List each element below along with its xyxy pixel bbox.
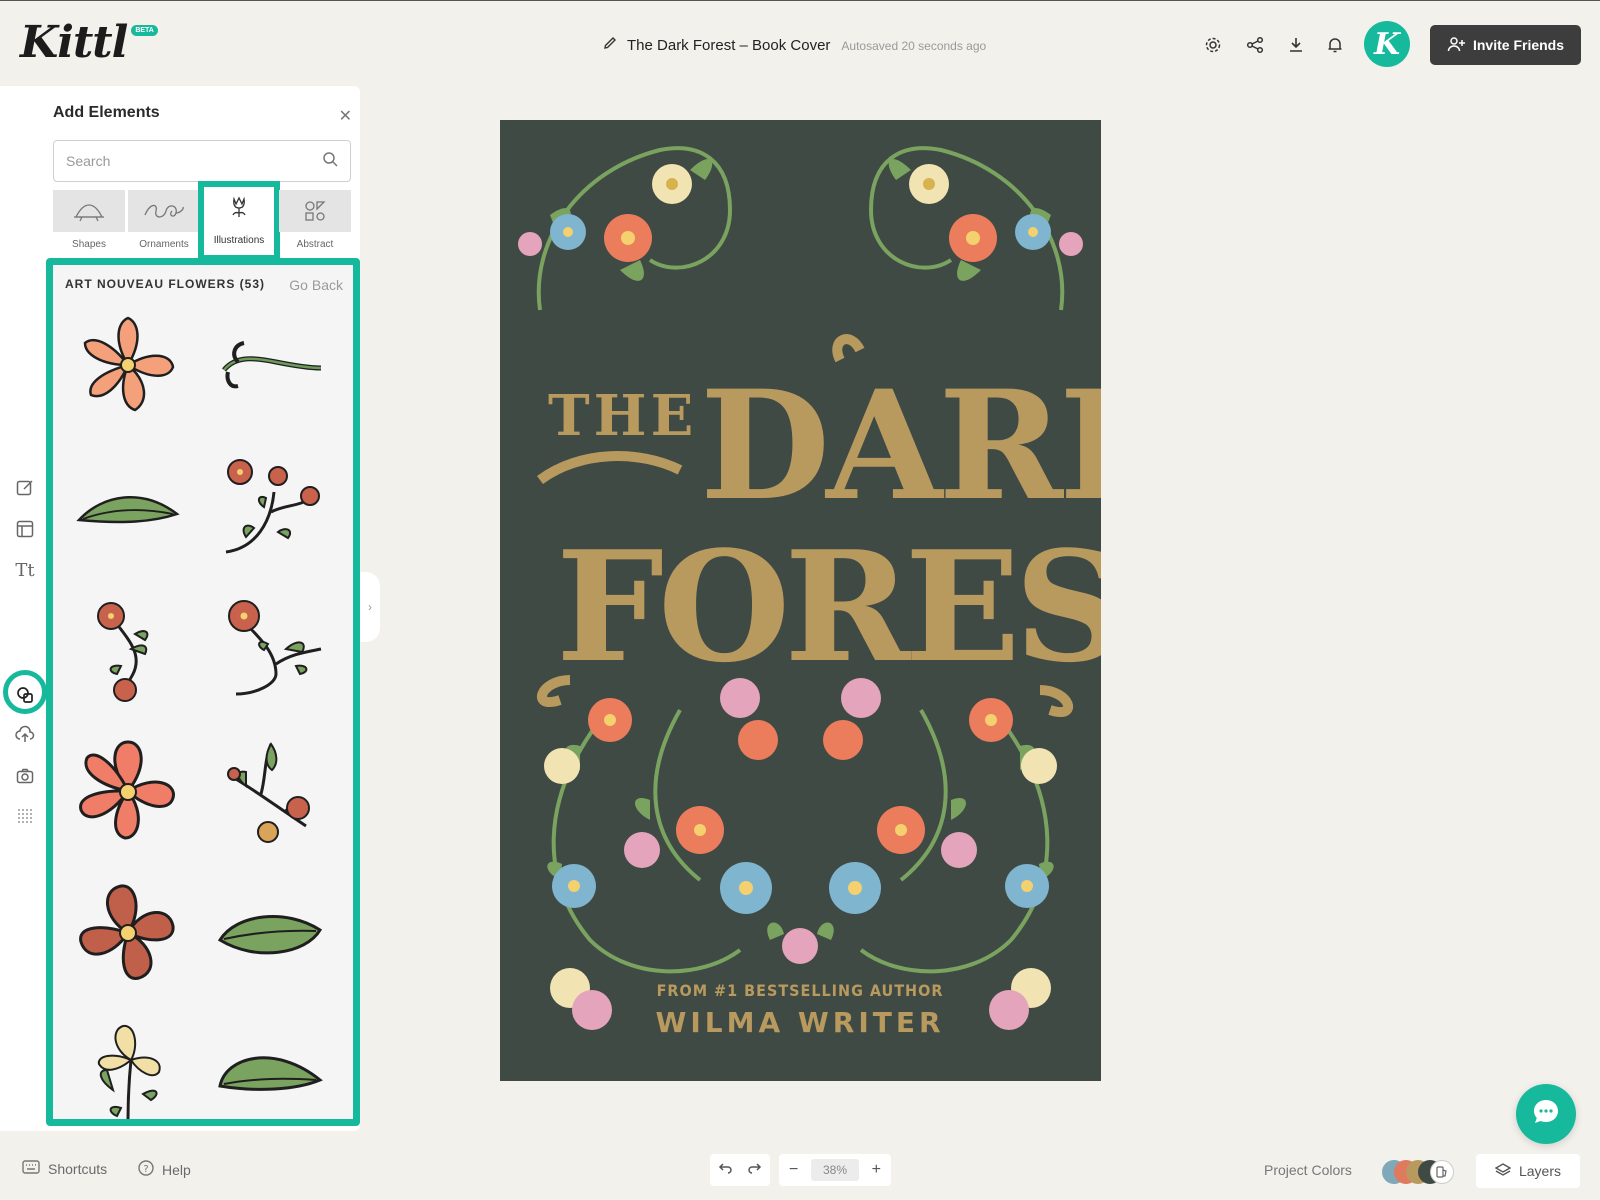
ornaments-icon <box>128 190 200 232</box>
tab-illustrations[interactable]: Illustrations <box>198 181 280 261</box>
keyboard-icon <box>22 1160 40 1177</box>
camera-icon[interactable] <box>13 764 37 788</box>
wide-leaf-illustration[interactable] <box>211 873 331 993</box>
help-label: Help <box>162 1161 191 1178</box>
results-header: ART NOUVEAU FLOWERS (53) Go Back <box>65 277 343 293</box>
share-icon[interactable] <box>1243 33 1267 57</box>
illustrations-icon <box>203 186 275 228</box>
zoom-out-button[interactable]: − <box>789 1161 798 1179</box>
edit-icon[interactable] <box>13 476 37 500</box>
shortcuts-button[interactable]: Shortcuts <box>22 1160 107 1177</box>
bottom-floral-wreath <box>544 678 1057 1030</box>
upload-icon[interactable] <box>13 723 37 747</box>
logo-text: Kittl <box>20 17 128 68</box>
green-leaf-illustration[interactable] <box>68 447 188 567</box>
cover-artwork: THE DARK FOREST FRO <box>518 146 1101 1039</box>
bell-icon[interactable] <box>1323 33 1347 57</box>
cover-author: WILMA WRITER <box>655 1006 944 1039</box>
download-icon[interactable] <box>1284 33 1308 57</box>
tab-illustrations-label: Illustrations <box>213 235 265 246</box>
stem-curl-illustration[interactable] <box>211 305 331 425</box>
add-user-icon <box>1447 36 1465 55</box>
go-back-link[interactable]: Go Back <box>289 277 343 293</box>
avatar[interactable]: K <box>1364 21 1410 67</box>
help-icon: ? <box>138 1160 154 1179</box>
panel-title: Add Elements <box>53 104 160 121</box>
chat-support-button[interactable] <box>1516 1084 1576 1144</box>
document-title-area[interactable]: The Dark Forest – Book Cover Autosaved 2… <box>602 35 986 56</box>
close-icon[interactable]: ✕ <box>339 106 352 126</box>
search-icon[interactable] <box>322 151 338 172</box>
text-icon[interactable]: Tt <box>13 558 37 582</box>
elements-icon[interactable] <box>13 683 37 707</box>
coral-flower-illustration[interactable] <box>68 731 188 851</box>
tab-ornaments-label: Ornaments <box>139 239 189 250</box>
dots-grid-icon[interactable] <box>13 804 37 828</box>
project-colors-label: Project Colors <box>1264 1162 1352 1178</box>
tab-shapes[interactable]: Shapes <box>53 190 125 254</box>
layers-icon <box>1494 1162 1512 1180</box>
search-field[interactable] <box>53 140 351 182</box>
invite-friends-label: Invite Friends <box>1472 37 1565 53</box>
pencil-icon[interactable] <box>602 35 618 56</box>
rust-flower-illustration[interactable] <box>68 873 188 993</box>
results-panel: ART NOUVEAU FLOWERS (53) Go Back <box>46 258 360 1126</box>
templates-icon[interactable] <box>13 517 37 541</box>
wide-leaf-2-illustration[interactable] <box>211 1015 331 1119</box>
cover-title-the: THE <box>548 383 697 449</box>
kittl-logo[interactable]: Kittl BETA <box>20 17 158 68</box>
tab-shapes-label: Shapes <box>72 239 106 250</box>
tool-rail: Tt <box>0 86 50 1131</box>
cover-title-dark: DARK <box>700 358 1101 534</box>
layers-button[interactable]: Layers <box>1476 1154 1580 1188</box>
tab-ornaments[interactable]: Ornaments <box>128 190 200 254</box>
gear-icon[interactable] <box>1201 33 1225 57</box>
lily-bouquet-illustration[interactable] <box>68 1015 188 1119</box>
undo-icon[interactable] <box>718 1161 732 1179</box>
redo-icon[interactable] <box>748 1161 762 1179</box>
top-left-floral <box>518 146 733 311</box>
svg-text:?: ? <box>143 1164 148 1175</box>
red-flower-stem-illustration[interactable] <box>211 589 331 709</box>
zoom-level[interactable]: 38% <box>810 1159 860 1181</box>
zoom-in-button[interactable]: + <box>872 1161 881 1179</box>
project-color-swatches[interactable] <box>1382 1160 1462 1184</box>
cover-title-forest: FOREST <box>556 517 1101 696</box>
top-bar: Kittl BETA The Dark Forest – Book Cover … <box>0 0 1600 86</box>
collapse-panel-tab[interactable]: › <box>360 572 380 642</box>
chat-icon <box>1531 1097 1561 1132</box>
category-tabs: Shapes Ornaments Illustrations Abstract <box>53 181 351 261</box>
palette-icon[interactable] <box>1430 1160 1454 1184</box>
abstract-icon <box>279 190 351 232</box>
document-title[interactable]: The Dark Forest – Book Cover <box>627 37 830 54</box>
autosave-status: Autosaved 20 seconds ago <box>841 38 987 53</box>
undo-redo-group <box>710 1154 770 1186</box>
bottom-bar: Shortcuts ? Help − 38% + Project Colors <box>0 1150 1600 1200</box>
tab-abstract-label: Abstract <box>296 239 334 250</box>
invite-friends-button[interactable]: Invite Friends <box>1430 25 1581 65</box>
help-button[interactable]: ? Help <box>138 1160 191 1179</box>
red-flower-branch-illustration[interactable] <box>211 447 331 567</box>
shapes-icon <box>53 190 125 232</box>
red-flower-sprig-illustration[interactable] <box>68 589 188 709</box>
book-cover-canvas[interactable]: THE DARK FOREST FRO <box>500 120 1101 1081</box>
top-right-floral <box>868 146 1083 311</box>
tab-abstract[interactable]: Abstract <box>279 190 351 254</box>
search-input[interactable] <box>66 153 322 169</box>
results-title: ART NOUVEAU FLOWERS (53) <box>65 277 266 291</box>
add-elements-panel: Add Elements ✕ Shapes Ornaments Illustra… <box>46 86 360 1131</box>
zoom-control: − 38% + <box>779 1154 891 1186</box>
flower-leaf-branch-illustration[interactable] <box>211 731 331 851</box>
orange-flower-illustration[interactable] <box>68 305 188 425</box>
layers-label: Layers <box>1518 1163 1562 1179</box>
shortcuts-label: Shortcuts <box>48 1160 108 1177</box>
cover-tagline: FROM #1 BESTSELLING AUTHOR <box>657 981 944 1000</box>
beta-badge: BETA <box>131 25 158 36</box>
